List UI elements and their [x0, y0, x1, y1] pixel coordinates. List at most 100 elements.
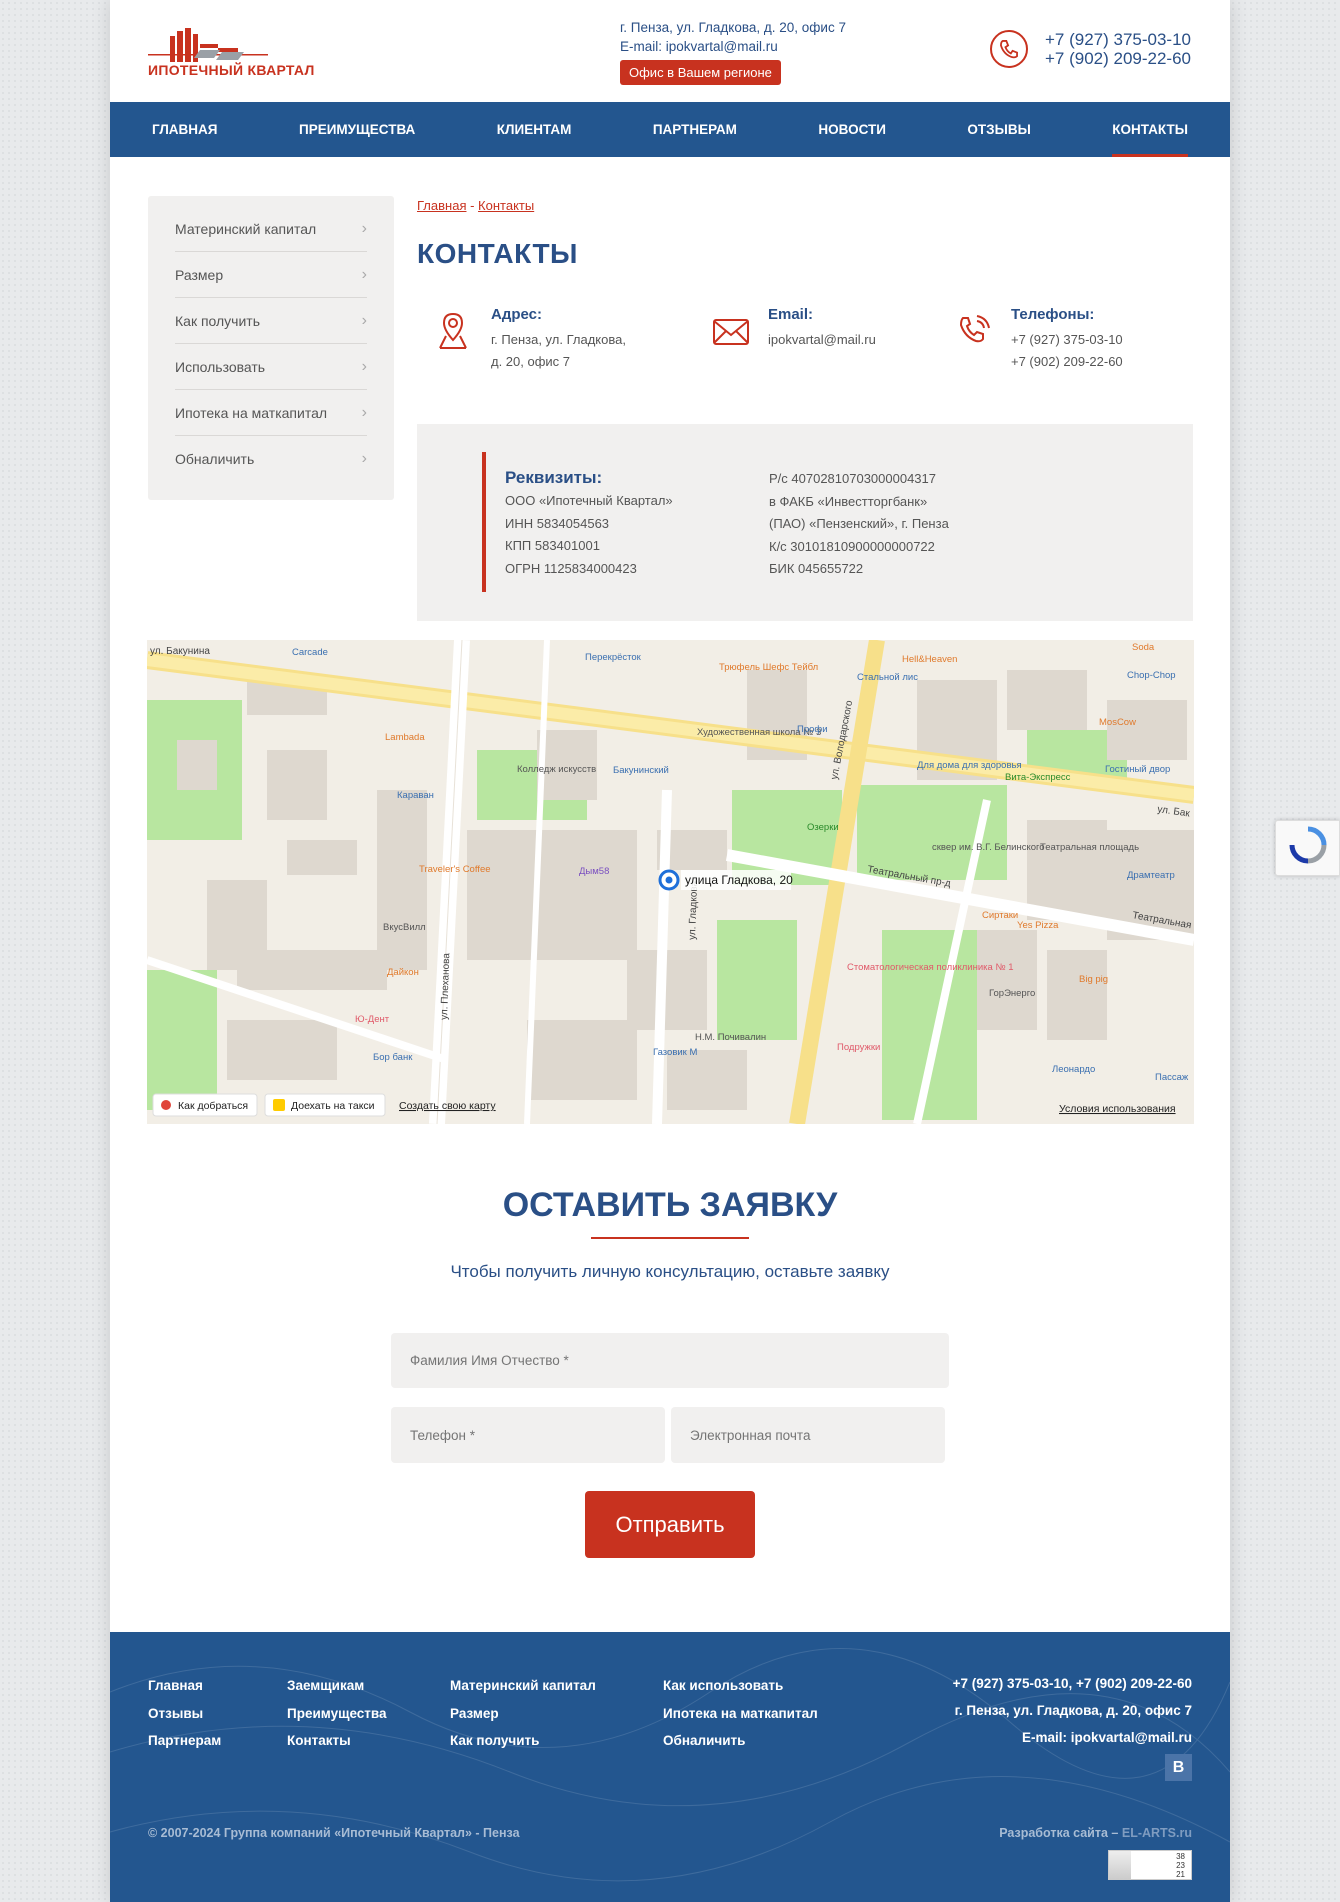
footer-link[interactable]: Отзывы — [148, 1700, 221, 1728]
map-place: Ю-Дент — [355, 1014, 390, 1025]
footer-link[interactable]: Контакты — [287, 1727, 387, 1755]
requisites-line: (ПАО) «Пензенский», г. Пенза — [769, 516, 949, 531]
map-place: Драмтеатр — [1127, 870, 1175, 881]
nav-item-reviews[interactable]: ОТЗЫВЫ — [967, 102, 1030, 157]
footer-link[interactable]: Размер — [450, 1700, 596, 1728]
footer-email[interactable]: E-mail: ipokvartal@mail.ru — [953, 1724, 1192, 1751]
developer-link[interactable]: EL-ARTS.ru — [1122, 1826, 1192, 1840]
sidebar-menu: Материнский капитал › Размер › Как получит… — [148, 196, 394, 500]
map-place: Озерки — [807, 822, 839, 833]
sidebar-item[interactable]: Обналичить › — [175, 436, 367, 482]
breadcrumb-current[interactable]: Контакты — [478, 198, 534, 213]
address-label: Адрес: — [491, 306, 542, 323]
footer-col-2: Заемщикам Преимущества Контакты — [287, 1672, 387, 1755]
nav-item-advantages[interactable]: ПРЕИМУЩЕСТВА — [299, 102, 415, 157]
visit-counter[interactable]: 38 23 21 — [1108, 1850, 1192, 1880]
map-street-label: ул. Бакунина — [150, 646, 210, 657]
header-email[interactable]: E-mail: ipokvartal@mail.ru — [620, 37, 846, 56]
nav-item-partners[interactable]: ПАРТНЕРАМ — [653, 102, 737, 157]
header-address: г. Пенза, ул. Гладкова, д. 20, офис 7 — [620, 20, 846, 35]
map-place: Дым58 — [579, 866, 609, 877]
footer-link[interactable]: Заемщикам — [287, 1672, 387, 1700]
yandex-map[interactable]: ул. Бакунина ул. Плеханова ул. Володарск… — [147, 640, 1194, 1124]
sidebar-item[interactable]: Ипотека на маткапитал › — [175, 390, 367, 436]
recaptcha-badge[interactable] — [1275, 820, 1340, 876]
email-value[interactable]: ipokvartal@mail.ru — [768, 329, 876, 351]
phone-2[interactable]: +7 (902) 209-22-60 — [1011, 351, 1123, 373]
contact-phones: Телефоны: +7 (927) 375-03-10 +7 (902) 20… — [1011, 306, 1123, 373]
footer-link[interactable]: Обналичить — [663, 1727, 818, 1755]
footer-link[interactable]: Материнский капитал — [450, 1672, 596, 1700]
phone-input[interactable] — [391, 1407, 665, 1463]
footer-link[interactable]: Ипотека на маткапитал — [663, 1700, 818, 1728]
fullname-input[interactable] — [391, 1333, 949, 1388]
requisites-line: ИНН 5834054563 — [505, 515, 610, 531]
copyright: © 2007-2024 Группа компаний «Ипотечный К… — [148, 1826, 520, 1840]
map-place: Подружки — [837, 1042, 880, 1053]
page-title: КОНТАКТЫ — [417, 238, 578, 269]
footer-link[interactable]: Партнерам — [148, 1727, 221, 1755]
submit-button[interactable]: Отправить — [585, 1491, 755, 1558]
map-terms-link[interactable]: Условия использования — [1059, 1103, 1176, 1115]
office-region-button[interactable]: Офис в Вашем регионе — [620, 60, 781, 85]
map-place: Бор банк — [373, 1052, 413, 1063]
requisites-line: в ФАКБ «Инвестторгбанк» — [769, 493, 928, 509]
taxi-button[interactable]: Доехать на такси — [264, 1093, 386, 1117]
footer-col-4: Как использовать Ипотека на маткапитал О… — [663, 1672, 818, 1755]
map-place: Караван — [397, 790, 434, 801]
map-place: Профи — [797, 724, 828, 735]
nav-item-news[interactable]: НОВОСТИ — [818, 102, 886, 157]
contact-email: Email: ipokvartal@mail.ru — [768, 306, 876, 351]
footer-link[interactable]: Как использовать — [663, 1672, 818, 1700]
footer-col-1: Главная Отзывы Партнерам — [148, 1672, 221, 1755]
sidebar-item-label: Обналичить — [175, 451, 255, 467]
phone-1[interactable]: +7 (927) 375-03-10 — [1011, 329, 1123, 351]
breadcrumb-home[interactable]: Главная — [417, 198, 466, 213]
map-place: Леонардо — [1052, 1064, 1095, 1075]
map-place: Вита-Экспресс — [1005, 772, 1071, 783]
footer-phones[interactable]: +7 (927) 375-03-10, +7 (902) 209-22-60 — [953, 1670, 1192, 1697]
form-title: ОСТАВИТЬ ЗАЯВКУ — [502, 1186, 838, 1224]
logo-text: ИПОТЕЧНЫЙ КВАРТАЛ — [148, 62, 315, 78]
map-street-label: ул. Плеханова — [439, 952, 452, 1020]
map-place: Дайкон — [387, 967, 419, 978]
vk-icon[interactable]: В — [1165, 1754, 1192, 1781]
requisites-line: ОГРН 1125834000423 — [505, 560, 637, 576]
requisites-left: Реквизиты: ООО «Ипотечный Квартал» ИНН 5… — [505, 466, 673, 580]
route-button[interactable]: Как добраться — [152, 1093, 258, 1117]
developer-label: Разработка сайта – — [999, 1826, 1119, 1840]
email-label: Email: — [768, 306, 814, 323]
map-canvas[interactable]: ул. Бакунина ул. Плеханова ул. Володарск… — [147, 640, 1194, 1124]
sidebar-item[interactable]: Как получить › — [175, 298, 367, 344]
counter-value: 21 — [1176, 1870, 1185, 1879]
map-place: Трюфель Шефс Тейбл — [719, 662, 818, 673]
header-contacts: г. Пенза, ул. Гладкова, д. 20, офис 7 E-… — [620, 18, 846, 56]
footer-link[interactable]: Главная — [148, 1672, 221, 1700]
counter-value: 23 — [1176, 1861, 1185, 1870]
header-phones: +7 (927) 375-03-10 +7 (902) 209-22-60 — [1045, 30, 1191, 68]
requisites-right: Р/с 40702810703000004317 в ФАКБ «Инвестт… — [769, 468, 949, 581]
create-map-link[interactable]: Создать свою карту — [399, 1100, 496, 1112]
header-phone-1[interactable]: +7 (927) 375-03-10 — [1045, 30, 1191, 49]
nav-item-contacts[interactable]: КОНТАКТЫ — [1112, 102, 1188, 157]
mail-icon — [713, 319, 749, 345]
chevron-right-icon: › — [361, 220, 367, 237]
map-place: Big pig — [1079, 974, 1108, 985]
requisites-line: БИК 045655722 — [769, 561, 864, 576]
footer-link[interactable]: Как получить — [450, 1727, 596, 1755]
map-place: ГорЭнерго — [989, 988, 1035, 999]
nav-item-clients[interactable]: КЛИЕНТАМ — [497, 102, 572, 157]
sidebar-item[interactable]: Размер › — [175, 252, 367, 298]
email-input[interactable] — [671, 1407, 945, 1463]
breadcrumb-separator: - — [466, 198, 479, 213]
footer-link[interactable]: Преимущества — [287, 1700, 387, 1728]
map-place: Гостиный двор — [1105, 764, 1170, 775]
recaptcha-icon — [1289, 826, 1327, 864]
nav-item-home[interactable]: ГЛАВНАЯ — [152, 102, 218, 157]
sidebar-item[interactable]: Использовать › — [175, 344, 367, 390]
header-phone-2[interactable]: +7 (902) 209-22-60 — [1045, 49, 1191, 68]
footer-address: г. Пенза, ул. Гладкова, д. 20, офис 7 — [954, 1703, 1192, 1718]
taxi-button-label: Доехать на такси — [291, 1100, 375, 1112]
sidebar-item[interactable]: Материнский капитал › — [175, 206, 367, 252]
map-place: Yes Pizza — [1017, 920, 1059, 931]
